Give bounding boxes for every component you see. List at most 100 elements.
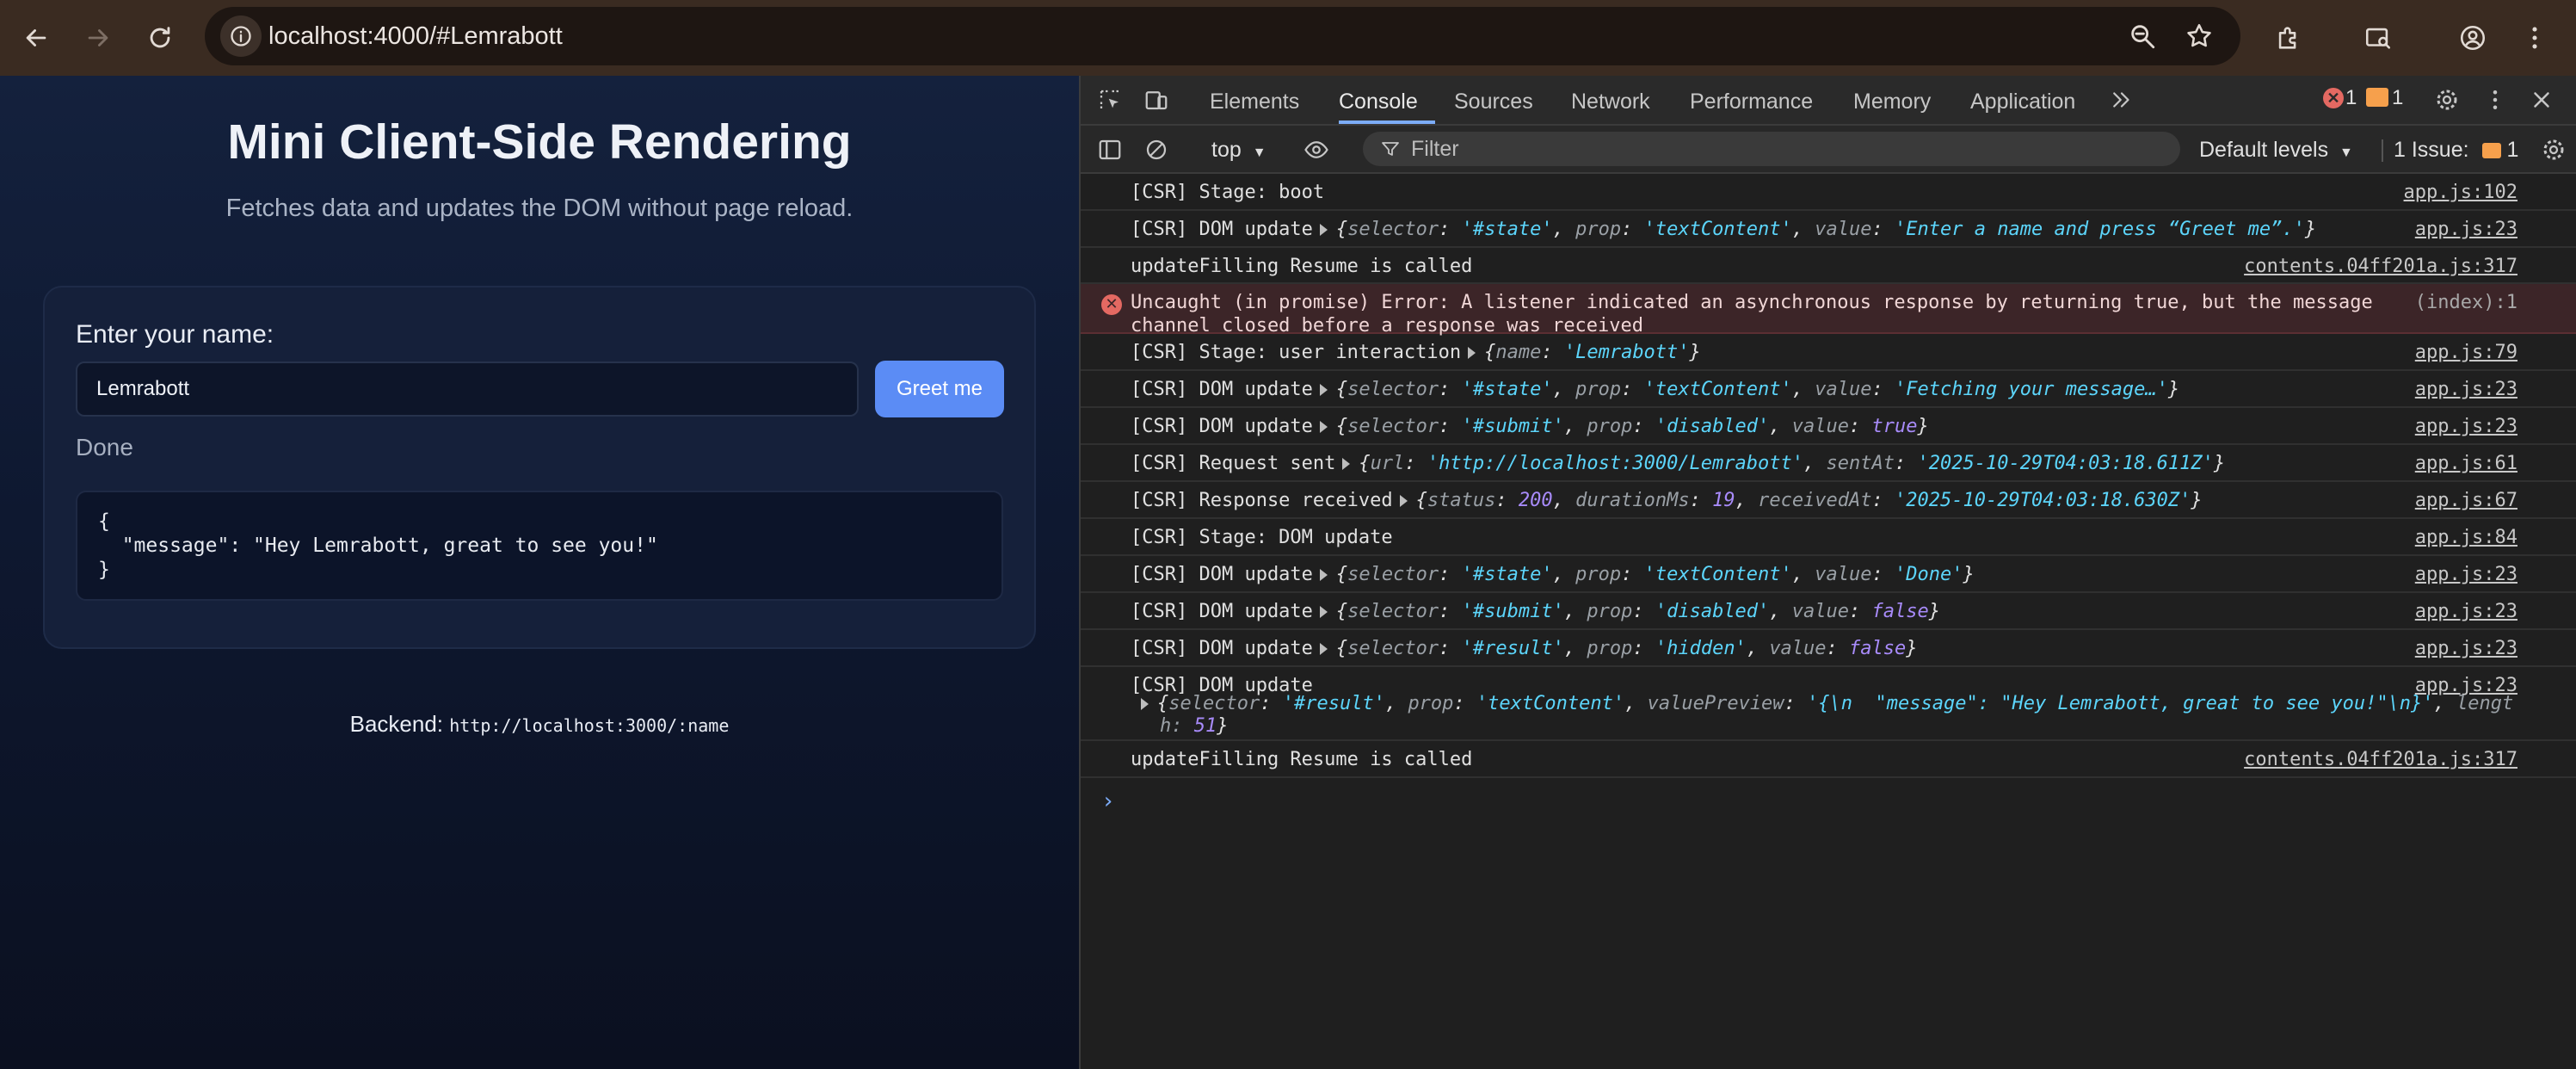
tab-elements[interactable]: Elements	[1210, 76, 1299, 124]
filter-placeholder: Filter	[1411, 137, 1459, 161]
log-message: [CSR] DOM update {selector: '#result', pr…	[1131, 638, 1918, 659]
page-subtitle: Fetches data and updates the DOM without…	[225, 195, 854, 222]
expand-triangle-icon[interactable]	[1141, 698, 1149, 710]
issue-count-icon[interactable]	[2366, 88, 2388, 107]
log-source-link[interactable]: app.js:102	[2404, 182, 2517, 203]
name-label: Enter your name:	[76, 320, 274, 349]
tab-network[interactable]: Network	[1571, 76, 1650, 124]
name-input[interactable]: Lemrabott	[76, 361, 859, 417]
devtools-panel: Elements Console Sources Network Perform…	[1079, 76, 2576, 1069]
zoom-icon[interactable]	[2125, 19, 2160, 53]
console-row: [CSR] DOM update {selector: '#result', pr…	[1081, 630, 2576, 667]
log-text: [CSR] DOM update	[1131, 219, 1313, 240]
console-row: [CSR] Stage: boot app.js:102	[1081, 174, 2576, 211]
browser-menu-icon[interactable]	[2514, 17, 2555, 59]
state-text: Done	[76, 434, 133, 460]
forward-icon[interactable]	[77, 17, 119, 59]
expand-triangle-icon[interactable]	[1319, 421, 1328, 433]
web-page: Mini Client-Side Rendering Fetches data …	[0, 76, 1079, 1069]
issue-icon	[2481, 143, 2501, 159]
log-message: updateFilling Resume is called	[1131, 256, 1473, 277]
log-levels-dropdown[interactable]: Default levels ▼	[2199, 126, 2353, 177]
live-expression-eye-icon[interactable]	[1301, 134, 1332, 165]
warning-count[interactable]: 1	[2392, 84, 2403, 112]
console-error-row: ✕ Uncaught (in promise) Error: A listene…	[1081, 284, 2576, 337]
log-object-preview: {selector: '#result', prop: 'textContent…	[1141, 693, 2513, 715]
browser-toolbar: localhost:4000/#Lemrabott	[0, 0, 2576, 76]
log-source-link[interactable]: app.js:79	[2415, 342, 2517, 363]
expand-triangle-icon[interactable]	[1468, 347, 1476, 359]
device-toolbar-icon[interactable]	[1141, 84, 1172, 115]
log-source-link[interactable]: app.js:67	[2415, 490, 2517, 511]
log-message: [CSR] Stage: boot	[1131, 182, 1325, 203]
extensions-icon[interactable]	[2268, 17, 2309, 59]
expand-triangle-icon[interactable]	[1319, 606, 1328, 618]
log-source-link[interactable]: app.js:23	[2415, 219, 2517, 240]
log-source-link[interactable]: app.js:23	[2415, 638, 2517, 659]
console-row: updateFilling Resume is called contents.…	[1081, 248, 2576, 284]
log-message: [CSR] DOM update {selector: '#state', pro…	[1131, 219, 2317, 240]
tab-sources[interactable]: Sources	[1454, 76, 1533, 124]
console-settings-icon[interactable]	[2538, 134, 2569, 165]
tab-search-icon[interactable]	[2357, 17, 2399, 59]
log-source-link[interactable]: app.js:61	[2415, 453, 2517, 474]
log-source-link[interactable]: contents.04ff201a.js:317	[2244, 749, 2517, 770]
tab-console[interactable]: Console	[1339, 76, 1435, 124]
clear-console-icon[interactable]	[1141, 134, 1172, 165]
error-count-icon[interactable]: ✕	[2323, 88, 2344, 108]
log-source-link[interactable]: app.js:23	[2415, 601, 2517, 622]
console-row: [CSR] DOM update {selector: '#state', pro…	[1081, 211, 2576, 248]
address-bar[interactable]: localhost:4000/#Lemrabott	[205, 7, 2240, 65]
tab-performance[interactable]: Performance	[1690, 76, 1813, 124]
settings-gear-icon[interactable]	[2431, 84, 2462, 115]
console-row: [CSR] Stage: user interaction {name: 'Lem…	[1081, 334, 2576, 371]
error-source[interactable]: (index):1	[2415, 292, 2517, 313]
devtools-menu-icon[interactable]	[2480, 84, 2511, 115]
log-source-link[interactable]: app.js:23	[2415, 416, 2517, 437]
expand-triangle-icon[interactable]	[1319, 643, 1328, 655]
console-row: [CSR] DOM update {selector: '#submit', pr…	[1081, 593, 2576, 630]
tab-memory[interactable]: Memory	[1853, 76, 1931, 124]
log-levels-label: Default levels	[2199, 138, 2329, 162]
log-source-link[interactable]: app.js:23	[2415, 379, 2517, 400]
site-info-icon[interactable]	[220, 15, 262, 57]
console-row: [CSR] DOM update {selector: '#submit', pr…	[1081, 408, 2576, 445]
console-row: [CSR] DOM update {selector: '#state', pro…	[1081, 556, 2576, 593]
expand-triangle-icon[interactable]	[1342, 458, 1351, 470]
more-tabs-icon[interactable]	[2106, 84, 2137, 115]
backend-label: Backend:	[349, 711, 444, 737]
log-source-link[interactable]: contents.04ff201a.js:317	[2244, 256, 2517, 277]
console-prompt-icon[interactable]: ›	[1101, 788, 1115, 814]
context-selector[interactable]: top ▼	[1211, 126, 1266, 177]
profile-icon[interactable]	[2452, 17, 2493, 59]
expand-triangle-icon[interactable]	[1319, 569, 1328, 581]
console-row: [CSR] Response received {status: 200, dur…	[1081, 482, 2576, 519]
close-devtools-icon[interactable]	[2526, 84, 2557, 115]
console-row: [CSR] DOM update {selector: '#state', pro…	[1081, 371, 2576, 408]
backend-url: http://localhost:3000/:name	[449, 715, 730, 736]
issues-label: 1 Issue:	[2394, 138, 2469, 162]
page-title: Mini Client-Side Rendering	[227, 114, 852, 170]
inspect-element-icon[interactable]	[1094, 84, 1125, 115]
levels-dropdown-icon: ▼	[2339, 145, 2353, 160]
issues-counter[interactable]: 1 Issue: 1	[2382, 126, 2542, 174]
tab-application[interactable]: Application	[1970, 76, 2075, 124]
address-url[interactable]: localhost:4000/#Lemrabott	[268, 7, 563, 65]
expand-triangle-icon[interactable]	[1319, 384, 1328, 396]
log-message: [CSR] Stage: DOM update	[1131, 527, 1393, 548]
log-source-link[interactable]: app.js:84	[2415, 527, 2517, 548]
error-icon: ✕	[1101, 294, 1122, 315]
log-source-link[interactable]: app.js:23	[2415, 564, 2517, 585]
log-message: [CSR] Request sent {url: 'http://localhos…	[1131, 453, 2226, 474]
expand-triangle-icon[interactable]	[1399, 495, 1408, 507]
bookmark-star-icon[interactable]	[2182, 19, 2216, 53]
context-label: top	[1211, 138, 1242, 162]
sidebar-toggle-icon[interactable]	[1094, 134, 1125, 165]
reload-icon[interactable]	[139, 17, 181, 59]
expand-triangle-icon[interactable]	[1319, 224, 1328, 236]
console-filter-input[interactable]: Filter	[1363, 132, 2180, 166]
back-icon[interactable]	[15, 17, 57, 59]
filter-icon	[1382, 142, 1399, 156]
greet-button[interactable]: Greet me	[875, 361, 1004, 417]
error-count[interactable]: 1	[2345, 84, 2357, 112]
